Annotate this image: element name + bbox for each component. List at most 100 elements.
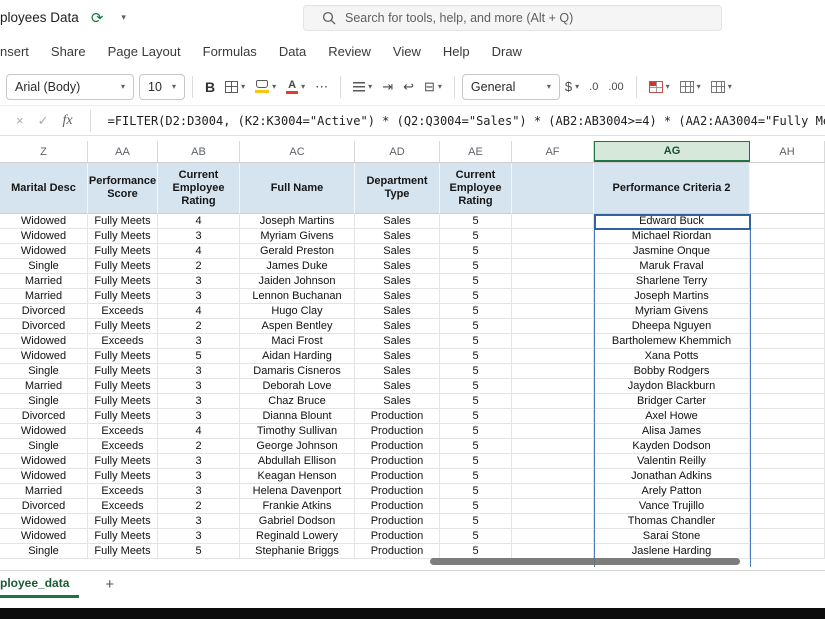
add-sheet-button[interactable]: + bbox=[105, 577, 114, 592]
cell[interactable]: Single bbox=[0, 394, 88, 409]
cell[interactable] bbox=[512, 364, 594, 379]
cell[interactable]: Sales bbox=[355, 334, 440, 349]
cell[interactable]: Fully Meets bbox=[88, 394, 158, 409]
cell[interactable]: 4 bbox=[158, 424, 240, 439]
table-header-cell[interactable]: Marital Desc bbox=[0, 163, 88, 214]
insert-function-icon[interactable]: fx bbox=[63, 113, 73, 129]
cell[interactable]: 3 bbox=[158, 289, 240, 304]
cell[interactable] bbox=[750, 439, 825, 454]
cell[interactable]: Dheepa Nguyen bbox=[594, 319, 750, 334]
cell[interactable]: Fully Meets bbox=[88, 544, 158, 559]
cell[interactable]: 5 bbox=[158, 544, 240, 559]
cell[interactable]: 5 bbox=[440, 454, 512, 469]
cell[interactable]: Fully Meets bbox=[88, 454, 158, 469]
column-header-AB[interactable]: AB bbox=[158, 141, 240, 162]
cell[interactable] bbox=[750, 379, 825, 394]
cell[interactable]: Stephanie Briggs bbox=[240, 544, 355, 559]
cell[interactable] bbox=[512, 259, 594, 274]
menu-draw[interactable]: Draw bbox=[481, 44, 533, 59]
cell[interactable]: Fully Meets bbox=[88, 349, 158, 364]
cell[interactable]: 5 bbox=[440, 229, 512, 244]
cell-styles-button[interactable]: ▾ bbox=[706, 74, 737, 100]
cell[interactable]: 5 bbox=[440, 319, 512, 334]
cell[interactable] bbox=[512, 244, 594, 259]
cell[interactable]: Sarai Stone bbox=[594, 529, 750, 544]
cell[interactable]: Myriam Givens bbox=[594, 304, 750, 319]
cell[interactable]: Maci Frost bbox=[240, 334, 355, 349]
cell[interactable] bbox=[512, 304, 594, 319]
cell[interactable]: Single bbox=[0, 259, 88, 274]
cell[interactable] bbox=[750, 244, 825, 259]
cell[interactable]: 3 bbox=[158, 409, 240, 424]
cell[interactable]: Widowed bbox=[0, 454, 88, 469]
cell[interactable] bbox=[750, 364, 825, 379]
cell[interactable]: George Johnson bbox=[240, 439, 355, 454]
cell[interactable]: 2 bbox=[158, 259, 240, 274]
table-header-cell[interactable]: Performance Criteria 2 bbox=[594, 163, 750, 214]
cell[interactable] bbox=[512, 544, 594, 559]
cell[interactable]: 3 bbox=[158, 529, 240, 544]
cell[interactable]: 5 bbox=[440, 349, 512, 364]
borders-button[interactable]: ▾ bbox=[220, 74, 250, 100]
wrap-text-button[interactable]: ↩ bbox=[398, 74, 419, 100]
column-header-AD[interactable]: AD bbox=[355, 141, 440, 162]
cell[interactable] bbox=[750, 514, 825, 529]
cell[interactable]: 5 bbox=[440, 469, 512, 484]
cell[interactable]: Production bbox=[355, 439, 440, 454]
title-chevron-down-icon[interactable]: ▾ bbox=[121, 13, 126, 22]
cell[interactable]: Thomas Chandler bbox=[594, 514, 750, 529]
horizontal-scrollbar[interactable] bbox=[430, 558, 740, 565]
cell[interactable]: 5 bbox=[440, 214, 512, 229]
column-header-AA[interactable]: AA bbox=[88, 141, 158, 162]
cell[interactable]: Production bbox=[355, 499, 440, 514]
menu-view[interactable]: View bbox=[382, 44, 432, 59]
cell[interactable]: Divorced bbox=[0, 304, 88, 319]
cell[interactable]: 5 bbox=[440, 424, 512, 439]
cell[interactable]: Married bbox=[0, 274, 88, 289]
cell[interactable]: Edward Buck bbox=[594, 214, 750, 229]
column-header-AC[interactable]: AC bbox=[240, 141, 355, 162]
cell[interactable]: 3 bbox=[158, 274, 240, 289]
cell[interactable]: Production bbox=[355, 514, 440, 529]
cell[interactable] bbox=[750, 334, 825, 349]
cell[interactable] bbox=[750, 259, 825, 274]
cell[interactable]: Production bbox=[355, 529, 440, 544]
cell[interactable]: Arely Patton bbox=[594, 484, 750, 499]
workbook-title[interactable]: ployees Data bbox=[0, 10, 79, 25]
cell[interactable] bbox=[750, 469, 825, 484]
cell[interactable]: 4 bbox=[158, 244, 240, 259]
format-as-table-button[interactable]: ▾ bbox=[675, 74, 706, 100]
cell[interactable] bbox=[750, 394, 825, 409]
cell[interactable]: Gabriel Dodson bbox=[240, 514, 355, 529]
cell[interactable]: Fully Meets bbox=[88, 289, 158, 304]
cell[interactable]: James Duke bbox=[240, 259, 355, 274]
cell[interactable] bbox=[512, 484, 594, 499]
cell[interactable]: 5 bbox=[440, 394, 512, 409]
cell[interactable] bbox=[512, 514, 594, 529]
cell[interactable] bbox=[750, 499, 825, 514]
cell[interactable]: Sales bbox=[355, 229, 440, 244]
cell[interactable]: 5 bbox=[440, 304, 512, 319]
cell[interactable]: Valentin Reilly bbox=[594, 454, 750, 469]
bold-button[interactable]: B bbox=[200, 74, 220, 100]
formula-text[interactable]: =FILTER(D2:D3004, (K2:K3004="Active") * … bbox=[108, 114, 825, 128]
cell[interactable]: Widowed bbox=[0, 334, 88, 349]
cell[interactable]: Xana Potts bbox=[594, 349, 750, 364]
cell[interactable]: Axel Howe bbox=[594, 409, 750, 424]
cell[interactable]: Vance Trujillo bbox=[594, 499, 750, 514]
column-header-AE[interactable]: AE bbox=[440, 141, 512, 162]
cell[interactable]: Aidan Harding bbox=[240, 349, 355, 364]
cell[interactable]: Sales bbox=[355, 214, 440, 229]
cell[interactable]: Married bbox=[0, 379, 88, 394]
cell[interactable]: Kayden Dodson bbox=[594, 439, 750, 454]
table-header-cell[interactable] bbox=[512, 163, 594, 214]
cell[interactable]: 2 bbox=[158, 319, 240, 334]
cell[interactable] bbox=[750, 349, 825, 364]
cell[interactable]: Jasmine Onque bbox=[594, 244, 750, 259]
conditional-formatting-button[interactable]: ▾ bbox=[644, 74, 675, 100]
cell[interactable] bbox=[750, 484, 825, 499]
alignment-button[interactable]: ▾ bbox=[348, 74, 377, 100]
cell[interactable]: 3 bbox=[158, 364, 240, 379]
cell[interactable] bbox=[750, 214, 825, 229]
cell[interactable]: Gerald Preston bbox=[240, 244, 355, 259]
